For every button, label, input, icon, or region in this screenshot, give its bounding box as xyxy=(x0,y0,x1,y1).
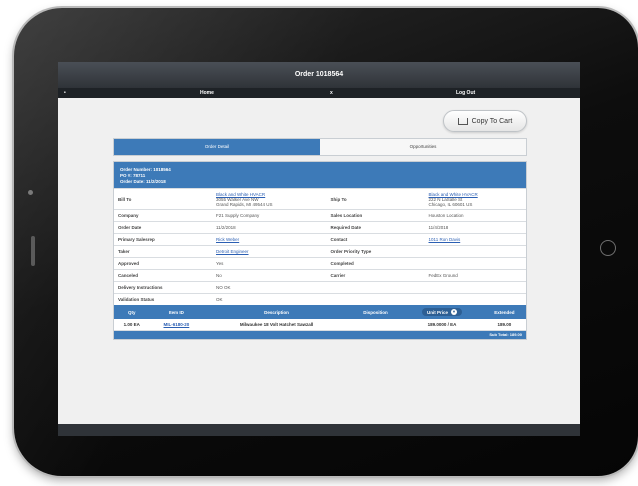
info-value: OK xyxy=(212,293,327,305)
home-button-icon xyxy=(600,240,616,256)
order-info-table: Bill To Black and White HVACR 3055 Walke… xyxy=(114,188,526,305)
cart-icon xyxy=(457,117,468,125)
tab-order-detail[interactable]: Order Detail xyxy=(114,139,320,155)
info-label: Completed xyxy=(326,257,425,270)
app-screen: Order 1018564 • Home x Log Out Copy To C… xyxy=(58,62,580,436)
order-details-panel: Order Number: 1018564 PO #: 78711 Order … xyxy=(113,161,527,340)
info-label: Primary Salesrep xyxy=(114,233,212,246)
salesrep-link-text[interactable]: Rick Weber xyxy=(216,237,239,242)
ship-to-label: Ship To xyxy=(326,188,425,210)
item-id-link[interactable]: MIL-6180-20 xyxy=(164,322,190,327)
line-qty: 1.00 EA xyxy=(114,319,150,331)
line-items-header: Qty Item ID Description Disposition Unit… xyxy=(114,305,526,319)
info-label: Order Priority Type xyxy=(326,245,425,258)
col-qty: Qty xyxy=(114,305,150,319)
unit-price-label: Unit Price xyxy=(426,309,448,315)
info-value: F21 Supply Company xyxy=(212,209,327,222)
bottom-bar xyxy=(58,424,580,436)
bill-to-label: Bill To xyxy=(114,188,212,210)
info-row: Validation Status OK xyxy=(114,293,526,305)
info-value: No xyxy=(212,269,327,282)
info-label: Contact xyxy=(326,233,425,246)
salesrep-link: Rick Weber xyxy=(212,233,327,246)
tab-opportunities[interactable]: Opportunities xyxy=(320,139,526,155)
col-description: Description xyxy=(203,305,350,319)
nav-menu-icon[interactable]: • xyxy=(64,88,66,98)
info-row: Company F21 Supply Company Sales Locatio… xyxy=(114,209,526,222)
info-value: Yes xyxy=(212,257,327,270)
col-item-id: Item ID xyxy=(149,305,204,319)
info-value xyxy=(424,257,526,270)
address-row: Bill To Black and White HVACR 3055 Walke… xyxy=(114,188,526,210)
line-extended: 189.00 xyxy=(482,319,526,331)
nav-home-link[interactable]: Home xyxy=(200,88,214,98)
info-label: Order Date xyxy=(114,221,212,234)
info-value xyxy=(424,281,526,294)
table-row: 1.00 EA MIL-6180-20 Milwaukee 18 Volt Ha… xyxy=(114,319,526,331)
info-row: Primary Salesrep Rick Weber Contact 1011… xyxy=(114,233,526,246)
order-tabs: Order Detail Opportunities xyxy=(113,138,527,156)
info-value: 11/2/2018 xyxy=(212,221,327,234)
chevron-down-icon: ▼ xyxy=(450,309,457,315)
nav-logout-link[interactable]: Log Out xyxy=(456,88,475,98)
col-extended: Extended xyxy=(482,305,526,319)
info-label: Company xyxy=(114,209,212,222)
nav-bar: • Home x Log Out xyxy=(58,88,580,98)
info-label: Sales Location xyxy=(326,209,425,222)
info-label: Carrier xyxy=(326,269,425,282)
page-title: Order 1018564 xyxy=(58,62,580,88)
info-row: Taker Detroit Engineer Order Priority Ty… xyxy=(114,245,526,258)
contact-link: 1011 Ron Davis xyxy=(424,233,526,246)
info-value: 11/4/2018 xyxy=(424,221,526,234)
info-label: Required Date xyxy=(326,221,425,234)
ship-to-address: Black and White HVACR 222 N LaSalle St C… xyxy=(424,188,526,210)
col-unit-price: Unit Price ▼ xyxy=(401,305,483,319)
bill-to-line2: Grand Rapids, MI 49544 US xyxy=(216,201,273,207)
info-value xyxy=(424,245,526,258)
info-label: Taker xyxy=(114,245,212,258)
line-disposition xyxy=(349,319,402,331)
contact-link-text[interactable]: 1011 Ron Davis xyxy=(429,237,461,242)
taker-link: Detroit Engineer xyxy=(212,245,327,258)
ship-to-line2: Chicago, IL 60601 US xyxy=(428,201,473,207)
info-value: Houston Location xyxy=(424,209,526,222)
order-date-summary: Order Date: 11/2/2018 xyxy=(120,179,166,184)
info-label: Canceled xyxy=(114,269,212,282)
col-disposition: Disposition xyxy=(349,305,402,319)
info-row: Canceled No Carrier FedEx Ground xyxy=(114,269,526,282)
info-value: FedEx Ground xyxy=(424,269,526,282)
info-row: Order Date 11/2/2018 Required Date 11/4/… xyxy=(114,221,526,234)
taker-link-text[interactable]: Detroit Engineer xyxy=(216,249,249,254)
info-label: Approved xyxy=(114,257,212,270)
info-label: Validation Status xyxy=(114,293,212,305)
subtotal: Sub Total: 189.00 xyxy=(114,331,526,339)
unit-price-selector[interactable]: Unit Price ▼ xyxy=(421,308,462,316)
info-label: Delivery Instructions xyxy=(114,281,212,294)
bill-to-address: Black and White HVACR 3055 Walker Ave NW… xyxy=(212,188,327,210)
copy-to-cart-button[interactable]: Copy To Cart xyxy=(443,110,527,132)
order-summary: Order Number: 1018564 PO #: 78711 Order … xyxy=(114,162,526,188)
info-label xyxy=(326,281,425,294)
side-button xyxy=(31,236,35,266)
info-label xyxy=(326,293,425,305)
line-item-id: MIL-6180-20 xyxy=(149,319,204,331)
nav-close-icon[interactable]: x xyxy=(330,88,333,98)
camera-dot xyxy=(28,190,33,195)
info-value: NO OK xyxy=(212,281,327,294)
info-row: Delivery Instructions NO OK xyxy=(114,281,526,294)
info-row: Approved Yes Completed xyxy=(114,257,526,270)
line-unit-price: 189.0000 / EA xyxy=(401,319,483,331)
line-description: Milwaukee 18 Volt Hatchet Sawzall xyxy=(203,319,350,331)
line-items-table: Qty Item ID Description Disposition Unit… xyxy=(114,305,526,331)
copy-to-cart-label: Copy To Cart xyxy=(471,117,513,125)
info-value xyxy=(424,293,526,305)
